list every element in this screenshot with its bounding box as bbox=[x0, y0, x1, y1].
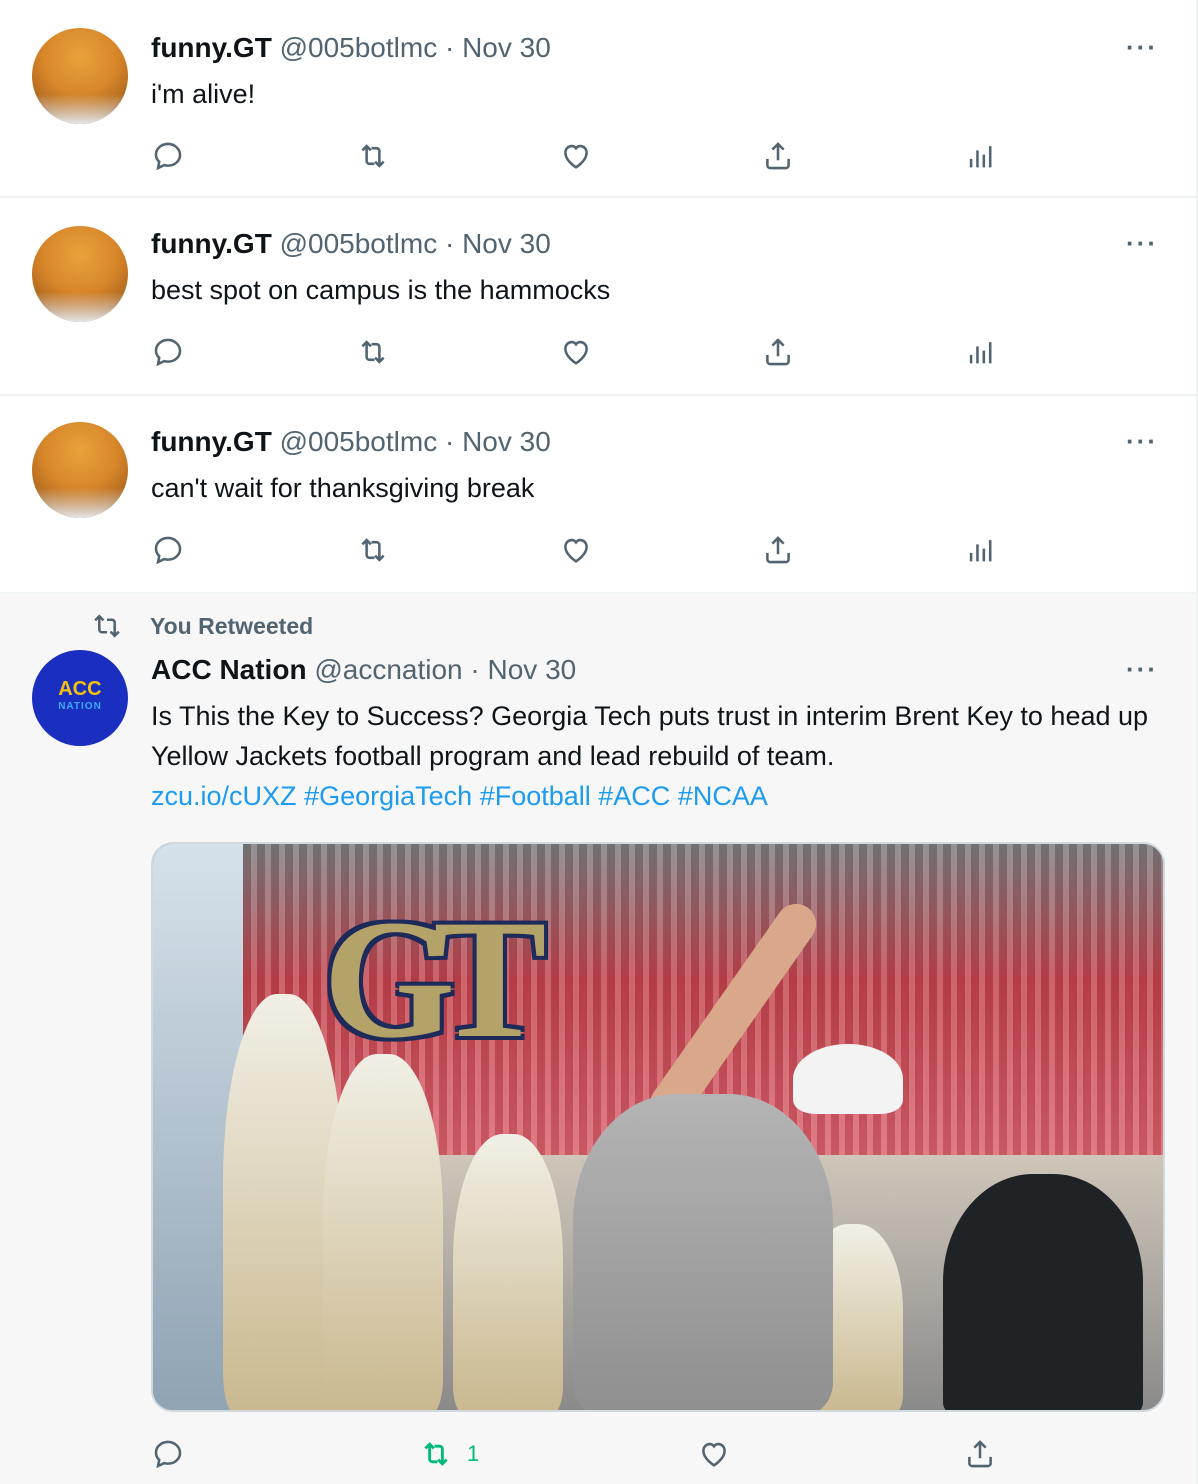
acc-logo: ACC NATION bbox=[58, 678, 102, 716]
retweet-context: You Retweeted bbox=[90, 612, 313, 640]
display-name[interactable]: ACC Nation bbox=[151, 654, 307, 685]
reply-icon bbox=[154, 142, 182, 171]
gt-logo: GT bbox=[323, 885, 547, 1073]
tweet[interactable]: funny.GT @005botlmc · Nov 30 ··· can't w… bbox=[0, 396, 1196, 594]
tweet[interactable]: funny.GT @005botlmc · Nov 30 ··· i'm ali… bbox=[0, 0, 1196, 198]
user-handle[interactable]: @005botlmc bbox=[280, 426, 438, 457]
hashtag-football[interactable]: #Football bbox=[480, 781, 591, 811]
analytics-icon bbox=[969, 146, 992, 168]
retweet-icon bbox=[361, 340, 385, 364]
like-button[interactable] bbox=[697, 1434, 731, 1474]
retweet-icon bbox=[424, 1442, 448, 1466]
like-icon bbox=[564, 538, 588, 563]
tweet-image[interactable]: GT bbox=[151, 842, 1165, 1412]
reply-icon bbox=[154, 536, 182, 565]
like-icon bbox=[702, 1442, 726, 1467]
avatar[interactable] bbox=[32, 422, 128, 518]
share-button[interactable] bbox=[761, 136, 795, 176]
tweet[interactable]: funny.GT @005botlmc · Nov 30 ··· best sp… bbox=[0, 198, 1196, 396]
share-button[interactable] bbox=[761, 332, 795, 372]
avatar[interactable]: ACC NATION bbox=[32, 650, 128, 746]
retweet-button[interactable] bbox=[356, 530, 390, 570]
reply-button[interactable] bbox=[151, 1434, 185, 1474]
like-button[interactable] bbox=[559, 530, 593, 570]
like-icon bbox=[564, 340, 588, 365]
avatar[interactable] bbox=[32, 226, 128, 322]
reply-icon bbox=[154, 1440, 182, 1469]
tweet-text: Is This the Key to Success? Georgia Tech… bbox=[151, 696, 1161, 816]
retweet-button[interactable]: 1 bbox=[419, 1434, 479, 1474]
retweeted-tweet[interactable]: You Retweeted ACC NATION ACC Nation @acc… bbox=[0, 594, 1196, 1484]
user-handle[interactable]: @accnation bbox=[314, 654, 462, 685]
retweet-button[interactable] bbox=[356, 136, 390, 176]
display-name[interactable]: funny.GT bbox=[151, 228, 272, 259]
retweet-button[interactable] bbox=[356, 332, 390, 372]
like-button[interactable] bbox=[559, 136, 593, 176]
share-icon bbox=[766, 338, 790, 366]
analytics-icon bbox=[969, 342, 992, 364]
reply-button[interactable] bbox=[151, 530, 185, 570]
tweet-text: can't wait for thanksgiving break bbox=[151, 473, 535, 503]
retweet-context-label[interactable]: You Retweeted bbox=[150, 613, 313, 640]
retweet-icon bbox=[94, 614, 120, 638]
tweet-header: funny.GT @005botlmc · Nov 30 bbox=[151, 226, 551, 262]
display-name[interactable]: funny.GT bbox=[151, 426, 272, 457]
retweet-count: 1 bbox=[467, 1441, 480, 1466]
share-button[interactable] bbox=[761, 530, 795, 570]
reply-button[interactable] bbox=[151, 136, 185, 176]
image-player bbox=[323, 1054, 443, 1410]
avatar[interactable] bbox=[32, 28, 128, 124]
more-icon[interactable]: ··· bbox=[1126, 228, 1158, 259]
acc-logo-text: ACC bbox=[58, 678, 102, 700]
separator: · bbox=[444, 426, 455, 457]
timeline: funny.GT @005botlmc · Nov 30 ··· i'm ali… bbox=[0, 0, 1198, 1484]
share-icon bbox=[766, 536, 790, 564]
hashtag-georgiatech[interactable]: #GeorgiaTech bbox=[304, 781, 472, 811]
share-icon bbox=[766, 142, 790, 170]
tweet-header: funny.GT @005botlmc · Nov 30 bbox=[151, 424, 551, 460]
tweet-date[interactable]: Nov 30 bbox=[488, 654, 577, 685]
more-icon[interactable]: ··· bbox=[1126, 32, 1158, 63]
analytics-icon bbox=[969, 540, 992, 562]
tweet-header: funny.GT @005botlmc · Nov 30 bbox=[151, 30, 551, 66]
hashtag-acc[interactable]: #ACC bbox=[598, 781, 670, 811]
tweet-date[interactable]: Nov 30 bbox=[462, 426, 551, 457]
share-icon bbox=[968, 1440, 992, 1468]
tweet-text: best spot on campus is the hammocks bbox=[151, 275, 611, 305]
separator: · bbox=[444, 32, 455, 63]
image-player bbox=[453, 1134, 563, 1410]
display-name[interactable]: funny.GT bbox=[151, 32, 272, 63]
more-icon[interactable]: ··· bbox=[1126, 654, 1158, 685]
acc-logo-subtext: NATION bbox=[58, 701, 102, 712]
analytics-button[interactable] bbox=[964, 530, 998, 570]
user-handle[interactable]: @005botlmc bbox=[280, 32, 438, 63]
retweet-icon bbox=[361, 538, 385, 562]
retweet-icon bbox=[361, 144, 385, 168]
separator: · bbox=[470, 654, 480, 685]
analytics-button[interactable] bbox=[964, 332, 998, 372]
image-cap bbox=[793, 1044, 903, 1114]
tweet-text: i'm alive! bbox=[151, 79, 256, 109]
share-button[interactable] bbox=[963, 1434, 997, 1474]
separator: · bbox=[444, 228, 455, 259]
hashtag-ncaa[interactable]: #NCAA bbox=[678, 781, 768, 811]
analytics-button[interactable] bbox=[964, 136, 998, 176]
tweet-body: Is This the Key to Success? Georgia Tech… bbox=[151, 701, 1149, 771]
like-icon bbox=[564, 144, 588, 169]
tweet-header: ACC Nation @accnation · Nov 30 bbox=[151, 652, 576, 688]
image-coach bbox=[573, 1094, 833, 1410]
more-icon[interactable]: ··· bbox=[1126, 426, 1158, 457]
tweet-date[interactable]: Nov 30 bbox=[462, 32, 551, 63]
image-official bbox=[943, 1174, 1143, 1410]
tweet-link[interactable]: zcu.io/cUXZ bbox=[151, 781, 297, 811]
reply-icon bbox=[154, 338, 182, 367]
reply-button[interactable] bbox=[151, 332, 185, 372]
tweet-date[interactable]: Nov 30 bbox=[462, 228, 551, 259]
like-button[interactable] bbox=[559, 332, 593, 372]
user-handle[interactable]: @005botlmc bbox=[280, 228, 438, 259]
